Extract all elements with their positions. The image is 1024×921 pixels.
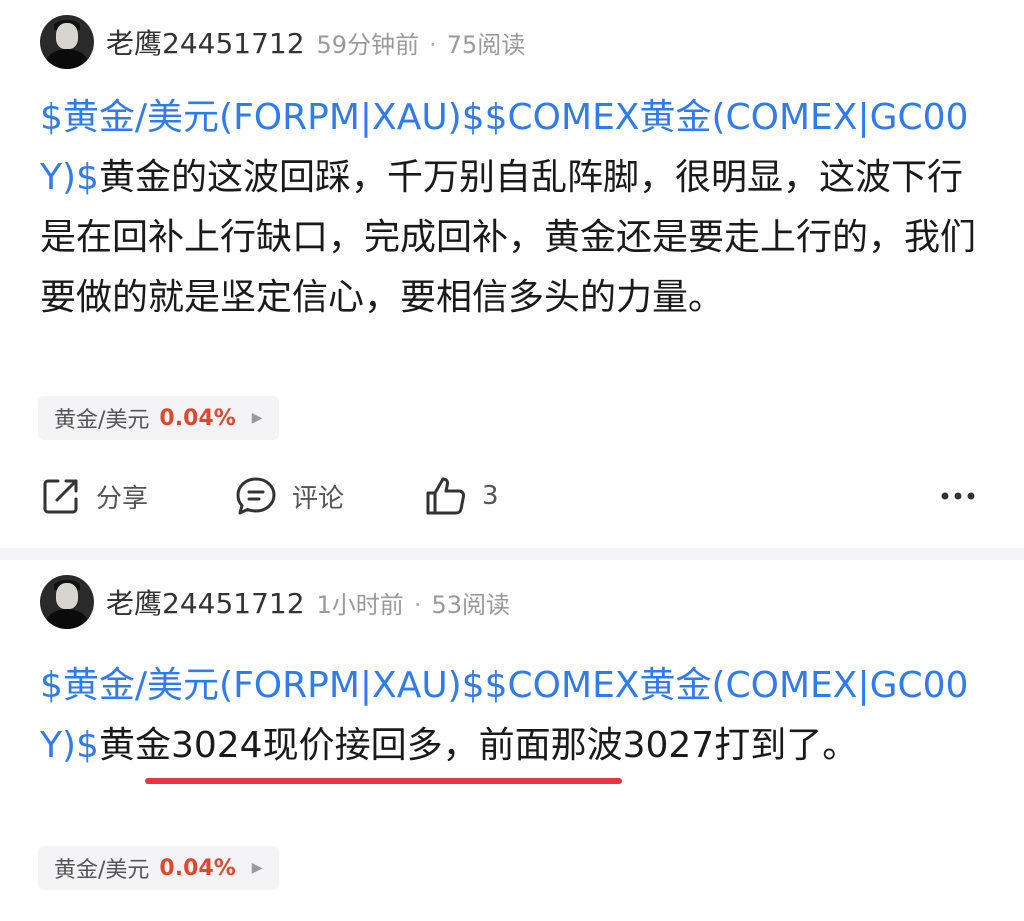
stock-tag-link[interactable]: $黄金/美元(FORPM|XAU)$ (40, 97, 485, 138)
action-bar: 分享 评论 3 (40, 470, 984, 522)
play-arrow-icon: ▶ (251, 860, 263, 876)
avatar-body (46, 609, 88, 629)
stock-tag-link[interactable]: $黄金/美元(FORPM|XAU)$ (40, 665, 485, 706)
avatar-face (56, 23, 78, 49)
post-content[interactable]: $黄金/美元(FORPM|XAU)$$COMEX黄金(COMEX|GC00Y)$… (40, 656, 990, 776)
post-text: 黄金3024现价接回多，前面那波3027打到了。 (98, 725, 859, 766)
post-time: 1小时前 (316, 590, 404, 619)
like-count: 3 (482, 481, 499, 511)
author-name[interactable]: 老鹰24451712 (106, 582, 305, 622)
comment-icon (236, 477, 276, 515)
post-header: 老鹰24451712 1小时前 · 53阅读 (40, 574, 510, 630)
post-divider (0, 548, 1024, 560)
red-underline-annotation (145, 778, 622, 784)
share-button[interactable]: 分享 (40, 470, 148, 522)
thumbs-up-icon (426, 477, 466, 515)
share-icon (43, 479, 78, 514)
read-count: 75阅读 (446, 30, 526, 59)
post-feed: 老鹰24451712 59分钟前 · 75阅读 $黄金/美元(FORPM|XAU)$… (0, 0, 1024, 921)
post-time: 59分钟前 (316, 30, 420, 59)
avatar[interactable] (40, 15, 94, 69)
avatar-face (56, 583, 78, 609)
avatar[interactable] (40, 575, 94, 629)
post-text: 黄金的这波回踩，千万别自乱阵脚，很明显，这波下行是在回补上行缺口，完成回补，黄金… (40, 157, 977, 318)
post-card[interactable]: 老鹰24451712 59分钟前 · 75阅读 $黄金/美元(FORPM|XAU)$… (0, 0, 1024, 548)
share-label: 分享 (96, 483, 149, 514)
author-name[interactable]: 老鹰24451712 (106, 22, 305, 62)
like-button[interactable]: 3 (424, 470, 499, 522)
post-header: 老鹰24451712 59分钟前 · 75阅读 (40, 14, 525, 70)
stock-quote-chip[interactable]: 黄金/美元 0.04% ▶ (38, 846, 279, 890)
stock-name: 黄金/美元 (54, 408, 150, 433)
more-options-button[interactable] (940, 470, 976, 522)
read-count: 53阅读 (431, 590, 510, 619)
post-content[interactable]: $黄金/美元(FORPM|XAU)$$COMEX黄金(COMEX|GC00Y)$… (40, 88, 990, 328)
post-meta: 1小时前 · 53阅读 (317, 585, 510, 620)
post-meta: 59分钟前 · 75阅读 (317, 25, 526, 60)
more-dots-icon (941, 492, 975, 500)
post-card[interactable]: 老鹰24451712 1小时前 · 53阅读 $黄金/美元(FORPM|XAU)$$… (0, 560, 1024, 921)
meta-separator: · (429, 30, 437, 59)
stock-name: 黄金/美元 (54, 858, 150, 883)
comment-label: 评论 (292, 483, 345, 514)
stock-change: 0.04% (159, 855, 236, 881)
meta-separator: · (413, 590, 422, 619)
stock-quote-chip[interactable]: 黄金/美元 0.04% ▶ (38, 396, 279, 440)
comment-button[interactable]: 评论 (234, 470, 344, 522)
avatar-body (46, 49, 88, 69)
play-arrow-icon: ▶ (251, 410, 263, 426)
stock-change: 0.04% (159, 405, 236, 431)
